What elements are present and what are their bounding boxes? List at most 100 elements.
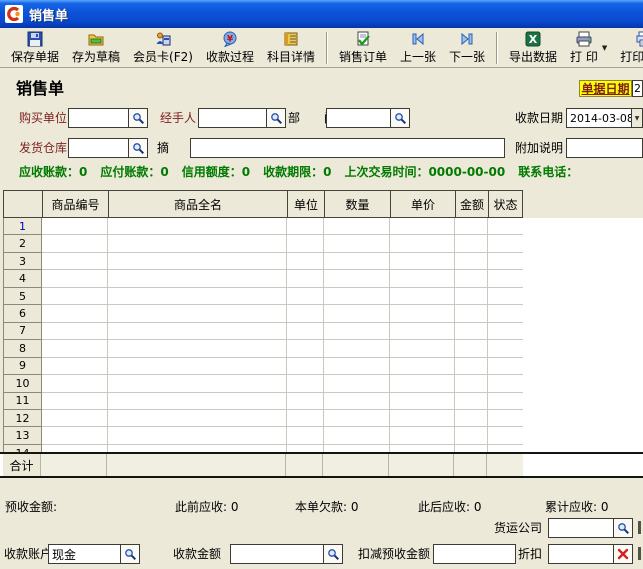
table-cell[interactable] xyxy=(390,358,455,375)
table-cell[interactable] xyxy=(324,375,390,392)
table-cell[interactable] xyxy=(488,323,523,340)
table-cell[interactable] xyxy=(108,235,287,252)
summary-field[interactable] xyxy=(190,138,505,158)
table-row[interactable]: 11 xyxy=(4,393,523,410)
table-cell[interactable] xyxy=(488,358,523,375)
table-cell[interactable] xyxy=(324,445,390,452)
table-cell[interactable] xyxy=(390,305,455,322)
table-cell[interactable] xyxy=(287,253,324,270)
table-cell[interactable] xyxy=(488,288,523,305)
table-row[interactable]: 4 xyxy=(4,270,523,287)
discount-clear-button[interactable] xyxy=(613,545,632,563)
table-cell[interactable] xyxy=(488,340,523,357)
buyer-search-button[interactable] xyxy=(128,109,147,127)
table-cell[interactable] xyxy=(455,445,488,452)
table-cell[interactable] xyxy=(390,253,455,270)
table-row[interactable]: 13 xyxy=(4,427,523,444)
table-cell[interactable] xyxy=(324,288,390,305)
table-cell[interactable] xyxy=(108,288,287,305)
table-cell[interactable] xyxy=(287,270,324,287)
table-cell[interactable] xyxy=(390,410,455,427)
table-cell[interactable] xyxy=(287,410,324,427)
freight-search-button[interactable] xyxy=(613,519,632,537)
table-cell[interactable] xyxy=(455,253,488,270)
receipt-amount-field[interactable] xyxy=(230,544,343,564)
table-cell[interactable] xyxy=(455,235,488,252)
extra-note-field[interactable] xyxy=(566,138,643,158)
table-row[interactable]: 6 xyxy=(4,305,523,322)
department-field[interactable] xyxy=(326,108,410,128)
table-cell[interactable] xyxy=(488,253,523,270)
table-cell[interactable] xyxy=(390,218,455,235)
table-row[interactable]: 1 xyxy=(4,218,523,235)
table-cell[interactable] xyxy=(324,235,390,252)
table-cell[interactable] xyxy=(488,375,523,392)
table-cell[interactable] xyxy=(108,410,287,427)
table-cell[interactable] xyxy=(390,340,455,357)
table-cell[interactable] xyxy=(324,427,390,444)
table-cell[interactable] xyxy=(390,375,455,392)
table-cell[interactable] xyxy=(488,270,523,287)
table-cell[interactable] xyxy=(287,235,324,252)
table-cell[interactable] xyxy=(108,218,287,235)
table-cell[interactable] xyxy=(42,410,108,427)
table-cell[interactable] xyxy=(42,445,108,452)
save-document-button[interactable]: 保存单据 xyxy=(6,30,64,66)
payment-process-button[interactable]: ¥ 收款过程 xyxy=(201,30,259,66)
table-cell[interactable] xyxy=(324,305,390,322)
table-cell[interactable] xyxy=(455,410,488,427)
member-card-button[interactable]: 会员卡(F2) xyxy=(128,30,198,66)
table-cell[interactable] xyxy=(488,235,523,252)
table-cell[interactable] xyxy=(287,323,324,340)
table-cell[interactable] xyxy=(324,270,390,287)
table-cell[interactable] xyxy=(488,393,523,410)
table-cell[interactable] xyxy=(488,427,523,444)
save-draft-button[interactable]: 存为草稿 xyxy=(67,30,125,66)
department-search-button[interactable] xyxy=(390,109,409,127)
table-cell[interactable] xyxy=(108,445,287,452)
table-row[interactable]: 8 xyxy=(4,340,523,357)
table-cell[interactable] xyxy=(455,323,488,340)
table-cell[interactable] xyxy=(42,340,108,357)
table-cell[interactable] xyxy=(42,270,108,287)
handler-search-button[interactable] xyxy=(266,109,285,127)
table-row[interactable]: 10 xyxy=(4,375,523,392)
table-cell[interactable] xyxy=(390,270,455,287)
table-cell[interactable] xyxy=(42,288,108,305)
table-cell[interactable] xyxy=(324,253,390,270)
previous-button[interactable]: 上一张 xyxy=(395,30,441,66)
table-cell[interactable] xyxy=(42,218,108,235)
receipt-date-dropdown-button[interactable]: ▼ xyxy=(631,109,642,127)
table-row[interactable]: 7 xyxy=(4,323,523,340)
table-cell[interactable] xyxy=(488,445,523,452)
table-cell[interactable] xyxy=(324,410,390,427)
table-row[interactable]: 3 xyxy=(4,253,523,270)
export-data-button[interactable]: X 导出数据 xyxy=(504,30,562,66)
table-cell[interactable] xyxy=(108,323,287,340)
table-cell[interactable] xyxy=(390,427,455,444)
table-cell[interactable] xyxy=(455,305,488,322)
print-dropdown-arrow-icon[interactable]: ▼ xyxy=(602,44,607,52)
table-cell[interactable] xyxy=(108,253,287,270)
table-cell[interactable] xyxy=(108,270,287,287)
amount-search-button[interactable] xyxy=(323,545,342,563)
table-cell[interactable] xyxy=(488,305,523,322)
next-button[interactable]: 下一张 xyxy=(444,30,490,66)
discount-field[interactable] xyxy=(548,544,633,564)
table-cell[interactable] xyxy=(390,393,455,410)
table-cell[interactable] xyxy=(324,323,390,340)
table-cell[interactable] xyxy=(287,427,324,444)
table-cell[interactable] xyxy=(287,393,324,410)
table-cell[interactable] xyxy=(287,218,324,235)
table-row[interactable]: 12 xyxy=(4,410,523,427)
table-row[interactable]: 5 xyxy=(4,288,523,305)
table-cell[interactable] xyxy=(455,270,488,287)
table-cell[interactable] xyxy=(287,375,324,392)
table-cell[interactable] xyxy=(287,358,324,375)
table-cell[interactable] xyxy=(42,323,108,340)
table-cell[interactable] xyxy=(287,288,324,305)
table-cell[interactable] xyxy=(287,305,324,322)
table-cell[interactable] xyxy=(42,305,108,322)
table-cell[interactable] xyxy=(390,445,455,452)
table-cell[interactable] xyxy=(42,427,108,444)
